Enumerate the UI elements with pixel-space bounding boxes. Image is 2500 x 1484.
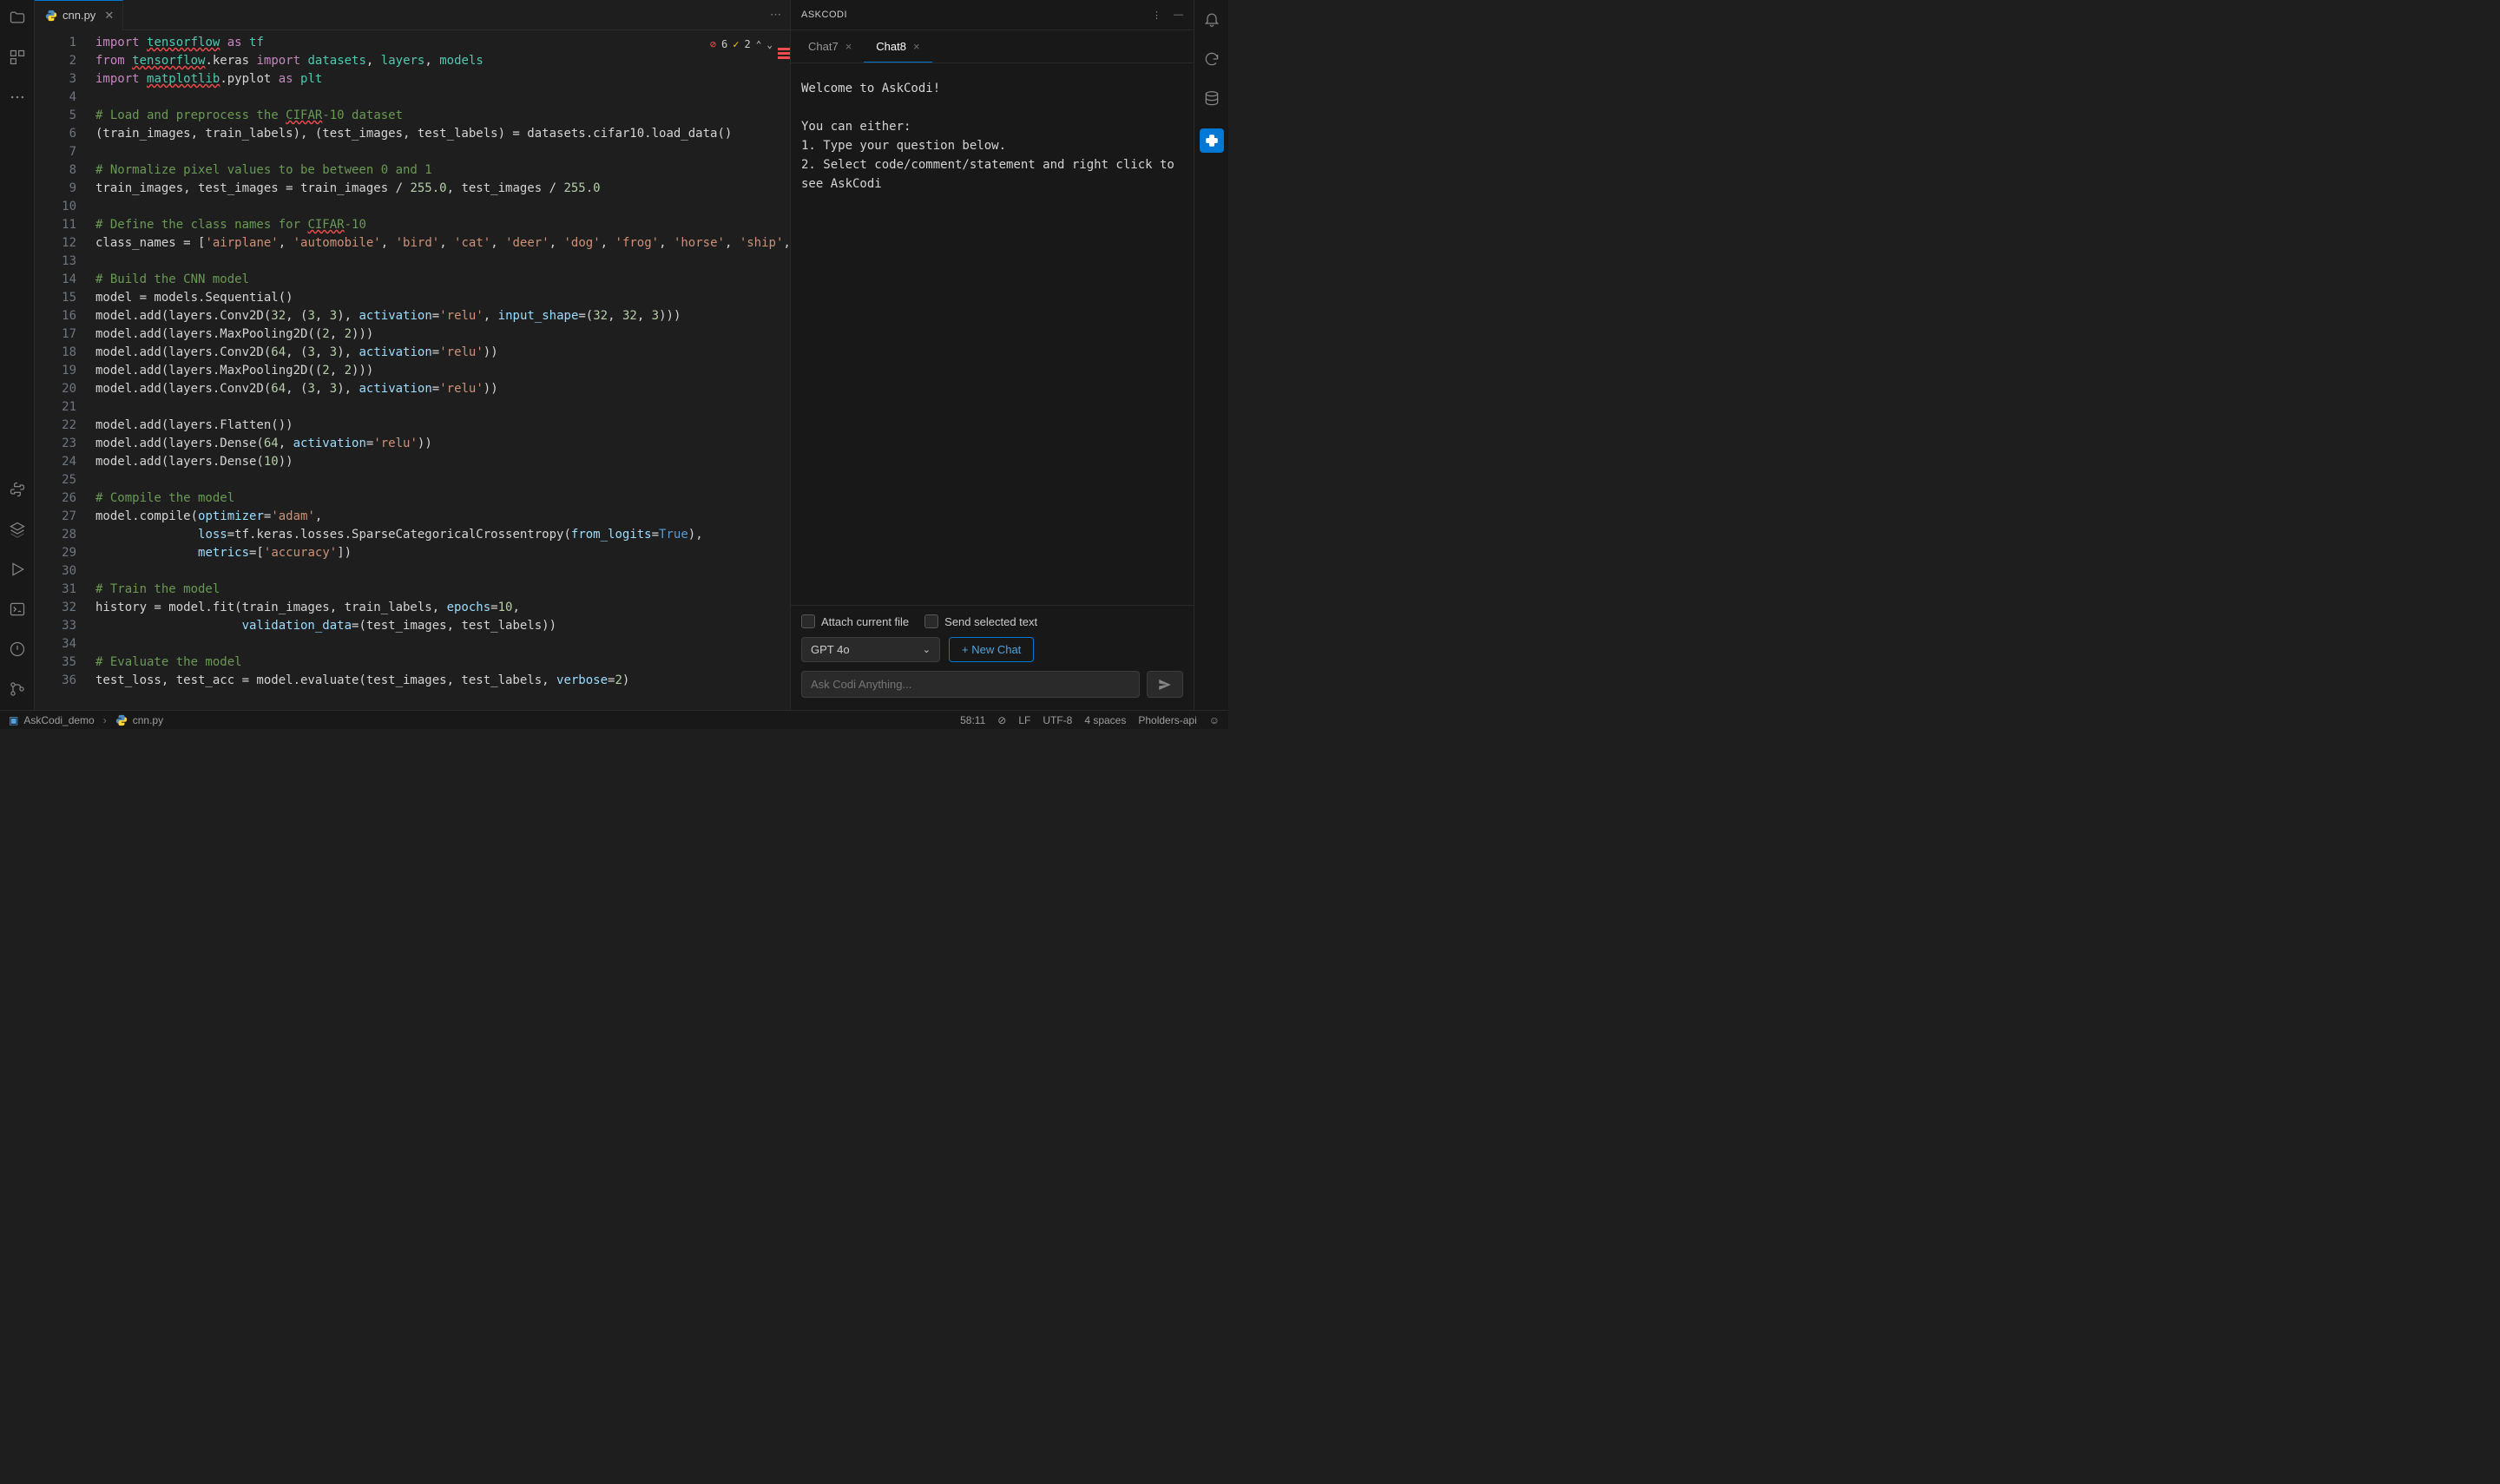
tab-filename: cnn.py [62,9,95,22]
either-text: You can either: [801,117,1183,136]
language-indicator[interactable]: Pholders-api [1138,714,1196,726]
askcodi-sidebar-icon[interactable] [1200,128,1224,153]
python-file-icon [115,714,128,726]
indent-indicator[interactable]: 4 spaces [1084,714,1126,726]
problems-indicator[interactable]: ⊘6 ✓2 ⌃ ⌄ [710,36,773,54]
askcodi-header: ASKCODI ⋮ — [791,0,1194,30]
line-numbers: 1234567891011121314151617181920212223242… [35,30,95,710]
cursor-position[interactable]: 58:11 [960,714,985,726]
explorer-icon[interactable] [7,7,28,28]
chat-tab[interactable]: Chat8× [864,31,931,62]
chat-tab[interactable]: Chat7× [796,31,864,62]
close-icon[interactable]: × [913,40,920,53]
chevron-down-icon[interactable]: ⌄ [766,36,773,54]
close-icon[interactable]: × [845,40,852,53]
remote-name[interactable]: AskCodi_demo [23,714,94,726]
bell-icon[interactable] [1201,9,1222,30]
editor-tab-cnn[interactable]: cnn.py ✕ [35,0,123,30]
welcome-text: Welcome to AskCodi! [801,79,1183,98]
right-activity-bar [1194,0,1228,710]
option1-text: 1. Type your question below. [801,136,1183,155]
source-control-icon[interactable] [7,679,28,699]
more-icon[interactable] [7,87,28,108]
askcodi-content: Welcome to AskCodi! You can either: 1. T… [791,63,1194,605]
ask-input[interactable] [801,671,1140,698]
code-content[interactable]: import tensorflow as tffrom tensorflow.k… [95,30,790,710]
more-vertical-icon[interactable]: ⋮ [1152,10,1161,21]
askcodi-panel: ASKCODI ⋮ — Chat7×Chat8× Welcome to AskC… [790,0,1194,710]
chevron-down-icon: ⌄ [923,644,931,655]
database-icon[interactable] [1201,89,1222,109]
option2-text: 2. Select code/comment/statement and rig… [801,155,1183,194]
askcodi-tabs: Chat7×Chat8× [791,30,1194,63]
warning-icon[interactable] [7,639,28,660]
editor-area: cnn.py ✕ ⋯ ⊘6 ✓2 ⌃ ⌄ 1234567891011121314… [35,0,790,710]
send-selected-checkbox[interactable]: Send selected text [924,614,1037,628]
overview-ruler[interactable] [778,48,790,59]
editor-tab-bar: cnn.py ✕ ⋯ [35,0,790,30]
eol-indicator[interactable]: LF [1018,714,1030,726]
python-file-icon [45,10,57,22]
extensions-icon[interactable] [7,47,28,68]
send-button[interactable] [1147,671,1183,698]
askcodi-title: ASKCODI [801,10,847,20]
activity-bar [0,0,35,710]
askcodi-input-area: Attach current file Send selected text G… [791,605,1194,710]
layers-icon[interactable] [7,519,28,540]
python-env-icon[interactable] [7,479,28,500]
encoding-indicator[interactable]: UTF-8 [1043,714,1072,726]
feedback-icon[interactable]: ☺ [1209,714,1220,726]
model-select[interactable]: GPT 4o ⌄ [801,637,940,662]
terminal-icon[interactable] [7,599,28,620]
no-circle-icon[interactable]: ⊘ [997,714,1006,726]
new-chat-button[interactable]: + New Chat [949,637,1034,662]
run-icon[interactable] [7,559,28,580]
code-editor[interactable]: ⊘6 ✓2 ⌃ ⌄ 123456789101112131415161718192… [35,30,790,710]
tab-overflow-icon[interactable]: ⋯ [770,8,790,22]
close-icon[interactable]: ✕ [104,9,114,23]
attach-file-checkbox[interactable]: Attach current file [801,614,909,628]
minimize-icon[interactable]: — [1174,10,1183,21]
status-bar: ▣ AskCodi_demo › cnn.py 58:11 ⊘ LF UTF-8… [0,710,1228,729]
chevron-up-icon[interactable]: ⌃ [756,36,762,54]
breadcrumb-file[interactable]: cnn.py [133,714,163,726]
remote-indicator[interactable]: ▣ [9,714,18,726]
refresh-icon[interactable] [1201,49,1222,69]
